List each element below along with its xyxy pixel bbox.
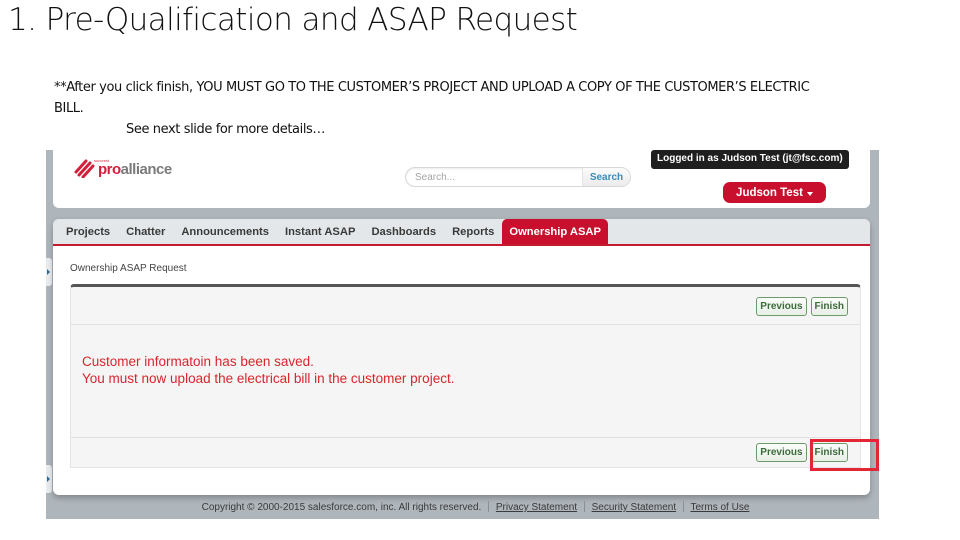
security-statement-link[interactable]: Security Statement	[592, 502, 676, 513]
finish-highlight-annotation	[810, 439, 879, 471]
footer-separator	[488, 501, 490, 512]
footer-separator	[583, 501, 585, 512]
section-divider	[71, 437, 860, 438]
status-message: Customer informatoin has been saved. You…	[82, 353, 454, 387]
tab-reports[interactable]: Reports	[444, 219, 502, 244]
footer-separator	[682, 501, 684, 512]
finish-button-top[interactable]: Finish	[810, 297, 848, 316]
search-input[interactable]	[406, 168, 582, 186]
tab-announcements[interactable]: Announcements	[173, 219, 277, 244]
logo-wordmark: proalliance	[98, 162, 172, 178]
sidebar-toggle-handle[interactable]	[46, 465, 52, 493]
tab-dashboards[interactable]: Dashboards	[363, 219, 444, 244]
app-screenshot: suncrest proalliance Search Logged in as…	[46, 150, 879, 519]
previous-button-top[interactable]: Previous	[756, 297, 807, 316]
slide-note: **After you click finish, YOU MUST GO TO…	[54, 77, 814, 140]
main-panel: Projects Chatter Announcements Instant A…	[53, 219, 870, 495]
slide-title: 1. Pre-Qualification and ASAP Request	[8, 2, 578, 38]
privacy-statement-link[interactable]: Privacy Statement	[496, 502, 577, 513]
app-header: suncrest proalliance Search Logged in as…	[53, 150, 870, 208]
logged-in-tooltip: Logged in as Judson Test (jt@fsc.com)	[651, 150, 849, 169]
footer: Copyright © 2000-2015 salesforce.com, in…	[46, 501, 879, 513]
tab-bar: Projects Chatter Announcements Instant A…	[53, 219, 870, 246]
search-button[interactable]: Search	[582, 168, 630, 186]
slide-note-next: See next slide for more details…	[126, 122, 326, 137]
status-message-upload: You must now upload the electrical bill …	[82, 371, 455, 386]
terms-of-use-link[interactable]: Terms of Use	[690, 502, 749, 513]
proalliance-logo[interactable]: suncrest proalliance	[74, 158, 172, 178]
tab-projects[interactable]: Projects	[58, 219, 118, 244]
tab-chatter[interactable]: Chatter	[118, 219, 173, 244]
logo-alliance: alliance	[120, 161, 173, 178]
slide-note-warning: **After you click finish, YOU MUST GO TO…	[54, 80, 810, 116]
caret-down-icon	[806, 191, 813, 196]
logo-subtitle: suncrest	[94, 158, 110, 163]
user-menu-button[interactable]: Judson Test	[723, 182, 826, 203]
user-menu-label: Judson Test	[736, 186, 803, 199]
tab-instant-asap[interactable]: Instant ASAP	[277, 219, 363, 244]
logo-pro: pro	[98, 161, 121, 178]
top-button-row: Previous Finish	[756, 297, 848, 316]
tab-ownership-asap[interactable]: Ownership ASAP	[502, 219, 608, 244]
logo-swoosh-icon	[74, 159, 95, 178]
search-bar: Search	[405, 167, 631, 187]
section-divider	[71, 324, 860, 325]
request-block: Previous Finish Customer informatoin has…	[70, 284, 861, 468]
sidebar-toggle-handle[interactable]	[46, 258, 52, 286]
page-title: Ownership ASAP Request	[70, 263, 187, 274]
status-message-saved: Customer informatoin has been saved.	[82, 354, 314, 369]
previous-button-bottom[interactable]: Previous	[756, 443, 807, 462]
copyright-text: Copyright © 2000-2015 salesforce.com, in…	[201, 502, 482, 513]
